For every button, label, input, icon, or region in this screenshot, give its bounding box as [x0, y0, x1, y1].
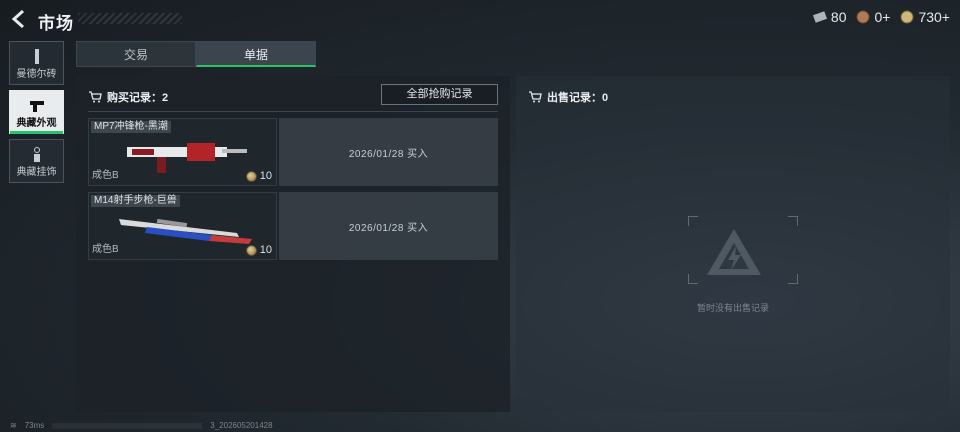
- sidebar-item-collection-charms[interactable]: 典藏挂饰: [9, 139, 64, 183]
- sidebar: 曼德尔砖 典藏外观 典藏挂饰: [9, 41, 64, 188]
- item-price: 10: [245, 244, 272, 256]
- ticket-icon: [812, 11, 827, 23]
- item-purchase-date: 2026/01/28 买入: [279, 118, 498, 186]
- currency-bar: 80 0+ 730+: [812, 9, 950, 25]
- item-condition: 成色B: [92, 170, 119, 181]
- buy-records-header: 购买记录：2: [88, 89, 168, 105]
- tab-trade[interactable]: 交易: [76, 41, 196, 67]
- pistol-icon: [29, 101, 44, 112]
- sell-records-header: 出售记录：0: [528, 89, 608, 105]
- ping-value: 73ms: [24, 421, 45, 430]
- sidebar-item-collection-skins[interactable]: 典藏外观: [9, 90, 64, 134]
- currency-gold: 730+: [900, 9, 950, 25]
- cart-icon: [529, 91, 542, 103]
- status-bar: ≋ 73ms 3_202605201428: [10, 421, 273, 430]
- medal-coin-icon: [856, 10, 870, 24]
- charm-icon: [33, 147, 40, 162]
- currency-ticket: 80: [812, 9, 847, 25]
- frame-corner: [788, 274, 798, 284]
- gold-coin-icon: [900, 10, 914, 24]
- currency-medal-value: 0+: [874, 9, 891, 25]
- item-price-value: 10: [259, 170, 272, 182]
- item-price: 10: [245, 170, 272, 182]
- all-snap-purchase-records-button[interactable]: 全部抢购记录: [381, 84, 498, 105]
- tab-bar: 交易 单据: [76, 41, 316, 67]
- sidebar-item-label: 典藏挂饰: [16, 167, 57, 178]
- buy-records-title: 购买记录：2: [107, 92, 169, 104]
- buy-records-panel: 购买记录：2 全部抢购记录 MP7冲锋枪-黑潮 成色B 10 2026/01/2…: [76, 76, 510, 412]
- currency-ticket-value: 80: [830, 9, 847, 25]
- wifi-icon: ≋: [10, 421, 17, 430]
- empty-triangle-logo-icon: [707, 229, 761, 275]
- item-condition: 成色B: [92, 244, 119, 255]
- item-thumbnail: M14射手步枪-巨兽 成色B 10: [88, 192, 277, 260]
- smg-icon: [127, 143, 247, 173]
- redacted-id: [52, 422, 203, 429]
- title-decoration: [78, 13, 182, 24]
- list-item[interactable]: M14射手步枪-巨兽 成色B 10 2026/01/28 买入: [88, 192, 498, 260]
- sell-records-panel: 出售记录：0 暂时没有出售记录: [516, 76, 950, 412]
- empty-state: 暂时没有出售记录: [666, 216, 800, 326]
- page-title: 市场: [38, 14, 74, 33]
- currency-medal: 0+: [856, 9, 890, 25]
- list-item[interactable]: MP7冲锋枪-黑潮 成色B 10 2026/01/28 买入: [88, 118, 498, 186]
- sell-records-title: 出售记录：0: [547, 92, 609, 104]
- coin-icon: [245, 170, 257, 182]
- rifle-icon: [119, 218, 252, 244]
- item-name: M14射手步枪-巨兽: [91, 195, 180, 207]
- item-name: MP7冲锋枪-黑潮: [91, 121, 171, 133]
- frame-corner: [688, 216, 698, 226]
- item-purchase-date: 2026/01/28 买入: [279, 192, 498, 260]
- back-arrow-icon[interactable]: [8, 8, 30, 30]
- cart-icon: [89, 91, 102, 103]
- item-thumbnail: MP7冲锋枪-黑潮 成色B 10: [88, 118, 277, 186]
- sidebar-item-bricks[interactable]: 曼德尔砖: [9, 41, 64, 85]
- divider: [88, 111, 498, 112]
- tab-records[interactable]: 单据: [196, 41, 316, 67]
- coin-icon: [245, 244, 257, 256]
- brick-icon: [34, 49, 39, 64]
- sidebar-item-label: 曼德尔砖: [16, 69, 57, 80]
- build-id: 3_202605201428: [210, 421, 273, 430]
- currency-gold-value: 730+: [918, 9, 950, 25]
- frame-corner: [788, 216, 798, 226]
- item-price-value: 10: [259, 244, 272, 256]
- empty-state-text: 暂时没有出售记录: [696, 303, 769, 313]
- frame-corner: [688, 274, 698, 284]
- sidebar-item-label: 典藏外观: [16, 118, 57, 129]
- top-bar: 市场 80 0+ 730+: [0, 0, 960, 36]
